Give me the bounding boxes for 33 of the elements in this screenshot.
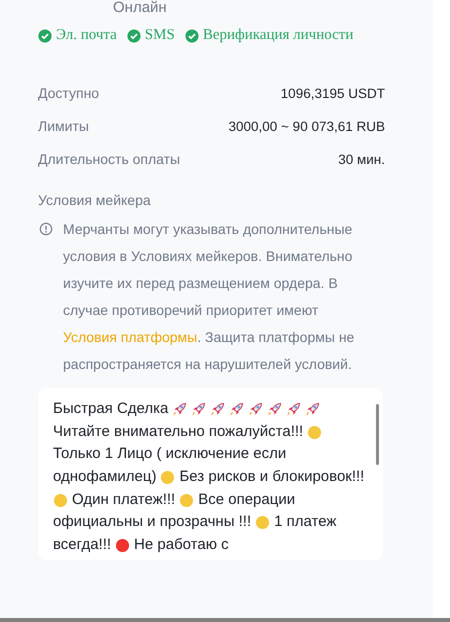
terms-text: Быстрая Сделка — [53, 399, 168, 419]
rocket-icon — [191, 402, 206, 417]
verification-label: Верификация личности — [202, 27, 354, 44]
status-text: Онлайн — [113, 0, 168, 16]
detail-value: 30 мин. — [338, 151, 385, 169]
terms-text: Только 1 Лицо ( исключение если — [53, 444, 286, 464]
rocket-icon — [305, 402, 320, 417]
terms-text: Все операции — [198, 490, 296, 510]
rocket-icon — [248, 402, 264, 417]
verification-label: Эл. почта — [56, 27, 117, 44]
rocket-icon — [229, 402, 244, 417]
terms-text: Один платеж!!! — [72, 490, 176, 510]
terms-text: 1 платеж — [274, 512, 336, 532]
platform-terms-link[interactable]: Условия платформы — [63, 329, 198, 345]
rocket-icon — [267, 402, 282, 417]
detail-value: 1096,3195 USDT — [280, 85, 385, 103]
verification-label: SMS — [144, 27, 175, 44]
terms-text: всегда!!! — [53, 535, 112, 556]
rocket-icon — [286, 402, 302, 417]
detail-label: Доступно — [38, 84, 100, 103]
info-icon — [39, 222, 53, 236]
terms-text: Не работаю с — [134, 535, 229, 556]
detail-label: Лимиты — [38, 117, 89, 136]
rocket-icon — [172, 402, 188, 417]
detail-value: 3000,00 ~ 90 073,61 RUB — [228, 118, 385, 136]
terms-text: Читайте внимательно пожалуйста!!! — [53, 422, 304, 442]
terms-text: официальны и прозрачны !!! — [53, 512, 252, 532]
rocket-icon — [210, 402, 226, 417]
terms-text: Без рисков и блокировок!!! — [179, 467, 364, 488]
detail-label: Длительность оплаты — [38, 150, 180, 169]
notice-text: Мерчанты могут указывать дополнительные условия в Условиях мейкеров. Внимательно изучите их перед размещением ордера. В случае противоречий приоритет имеют Условия платформы. Защита платформы не распространяется на нарушителей условий. — [63, 220, 356, 374]
terms-text: однофамилец) — [53, 467, 156, 488]
section-heading: Условия мейкера — [38, 192, 152, 208]
